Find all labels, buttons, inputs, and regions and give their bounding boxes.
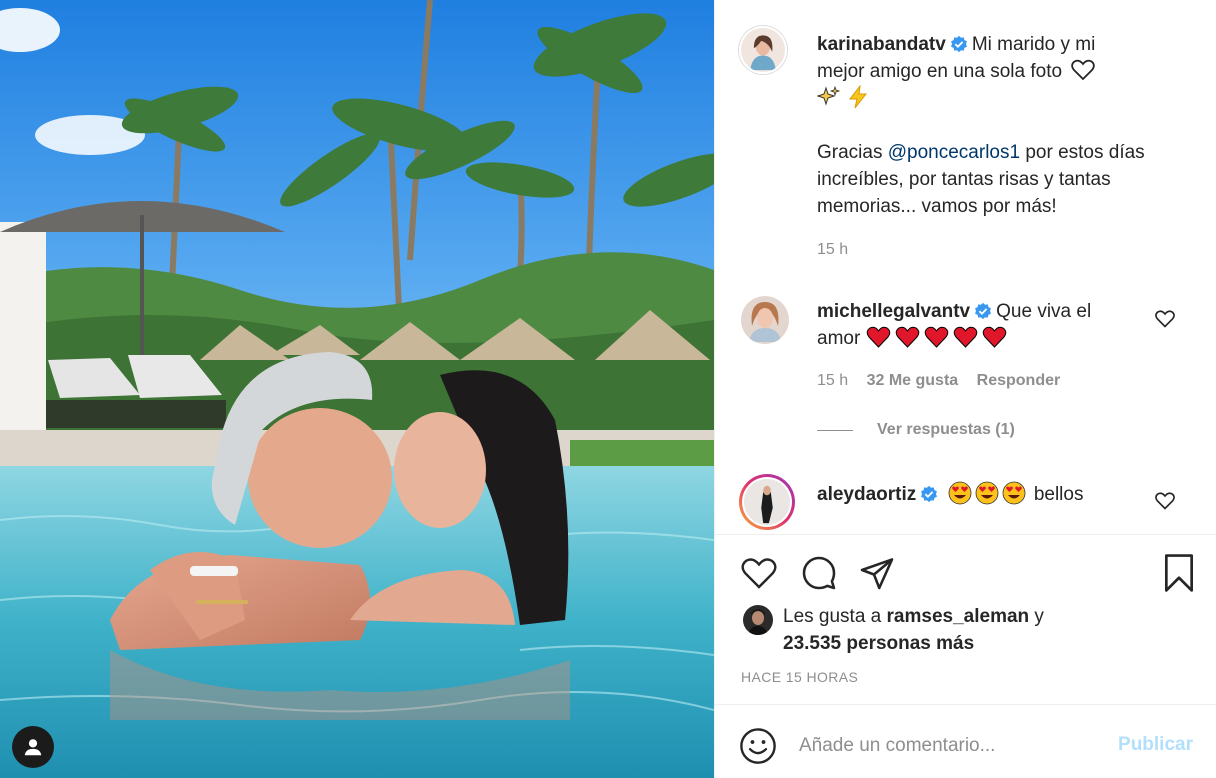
story-ring-avatar[interactable] (739, 474, 795, 530)
view-replies-line (817, 429, 853, 431)
red-hearts-emoji (866, 326, 1007, 348)
red-heart-icon (982, 326, 1006, 348)
caption-para2-line3: memorias... vamos por más! (817, 196, 1057, 217)
comments-list: karinabandatv Mi marido y mi mejor amigo … (715, 0, 1216, 534)
post-timestamp[interactable]: HACE 15 HORAS (741, 669, 858, 685)
red-heart-icon (924, 326, 948, 348)
likes-prefix: Les gusta a (783, 606, 887, 627)
user-icon (24, 739, 42, 756)
likes-mid: y (1029, 606, 1044, 627)
likes-count[interactable]: 23.535 personas más (783, 633, 974, 654)
liker-avatar[interactable] (743, 605, 773, 635)
share-button[interactable] (857, 553, 897, 593)
heart-icon (741, 557, 777, 589)
save-button[interactable] (1159, 553, 1199, 593)
comment-username[interactable]: aleydaortiz (817, 484, 916, 505)
red-heart-icon (895, 326, 919, 348)
lightning-icon (849, 84, 868, 109)
emoji-smile-icon[interactable] (739, 727, 777, 765)
view-replies-label: Ver respuestas (1) (877, 421, 1015, 438)
caption-para2-prefix: Gracias (817, 142, 888, 163)
caption-line-1: Mi marido y mi (971, 34, 1096, 55)
comment-item: aleydaortiz bellos (739, 474, 1179, 534)
comment-item: michellegalvantv Que viva el amor 15 h 32… (739, 296, 1179, 416)
commenter-avatar[interactable] (741, 296, 789, 344)
comment-text: bellos (1033, 484, 1084, 505)
post-actions: Les gusta a ramses_aleman y 23.535 perso… (715, 534, 1216, 704)
heart-eyes-face-icon (975, 481, 998, 505)
post-photo[interactable] (0, 0, 714, 778)
post-details-panel: karinabandatv Mi marido y mi mejor amigo … (714, 0, 1216, 778)
mention-link[interactable]: @poncecarlos1 (888, 142, 1020, 163)
comment-text: Que viva el (996, 301, 1092, 322)
caption-para2-suffix: por estos días (1020, 142, 1145, 163)
comment-bubble-icon (802, 556, 836, 590)
add-comment-bar: Publicar (715, 704, 1216, 778)
comment-username[interactable]: michellegalvantv (817, 301, 970, 322)
red-heart-icon (866, 326, 890, 348)
author-avatar[interactable] (739, 26, 787, 74)
like-comment-heart-icon[interactable] (1155, 309, 1175, 329)
heart-eyes-face-icon (1002, 481, 1025, 505)
tagged-users-button[interactable] (12, 726, 54, 768)
heart-eyes-face-icon (948, 481, 971, 505)
verified-icon (975, 302, 992, 320)
caption-time: 15 h (817, 241, 849, 258)
comment-text-line2: amor (817, 328, 861, 349)
sparkles-icon (816, 85, 841, 106)
paper-plane-icon (860, 558, 894, 590)
verified-icon (921, 485, 938, 503)
publish-button[interactable]: Publicar (1118, 734, 1193, 756)
liker-username[interactable]: ramses_aleman (887, 606, 1030, 627)
like-comment-heart-icon[interactable] (1155, 491, 1175, 511)
post-caption: karinabandatv Mi marido y mi mejor amigo … (739, 26, 1179, 266)
reply-button[interactable]: Responder (977, 372, 1061, 389)
author-username[interactable]: karinabandatv (817, 34, 946, 55)
comment-input[interactable] (799, 727, 1099, 765)
white-heart-icon (1071, 59, 1096, 81)
view-replies-button[interactable]: Ver respuestas (1) (817, 421, 1015, 439)
comment-time: 15 h (817, 372, 849, 389)
comment-likes[interactable]: 32 Me gusta (867, 372, 959, 389)
caption-line-2: mejor amigo en una sola foto (817, 61, 1063, 82)
verified-icon (950, 35, 967, 53)
caption-para2-line2: increíbles, por tantas risas y tantas (817, 169, 1111, 190)
post-image (0, 0, 714, 778)
bookmark-icon (1164, 554, 1194, 592)
comment-button[interactable] (799, 553, 839, 593)
like-button[interactable] (739, 553, 779, 593)
likes-summary: Les gusta a ramses_aleman y 23.535 perso… (783, 603, 1163, 657)
red-heart-icon (953, 326, 977, 348)
